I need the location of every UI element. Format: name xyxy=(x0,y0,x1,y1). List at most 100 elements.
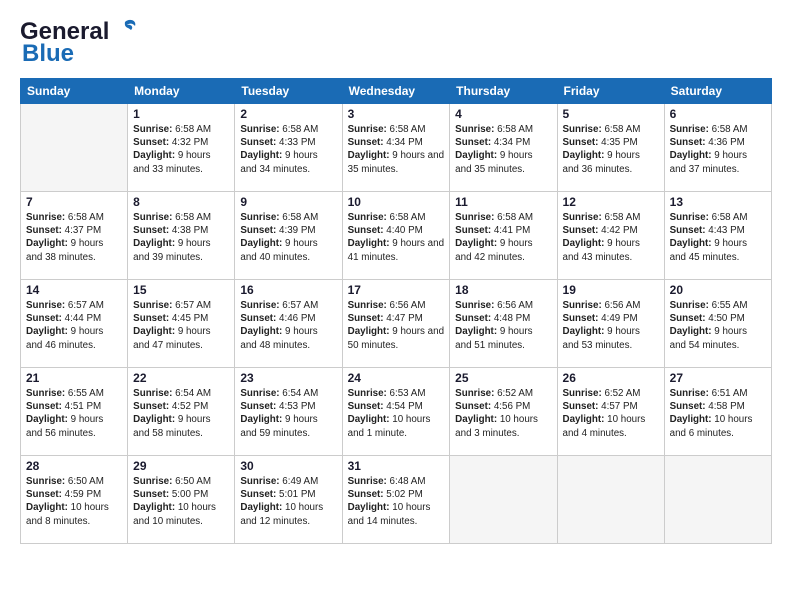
sunset-label: Sunset: 4:44 PM xyxy=(26,313,101,324)
calendar-cell: 16Sunrise: 6:57 AMSunset: 4:46 PMDayligh… xyxy=(235,280,342,368)
daylight-label: Daylight: 9 hours and 58 minutes. xyxy=(133,414,210,438)
day-info: Sunrise: 6:57 AMSunset: 4:45 PMDaylight:… xyxy=(133,299,229,352)
calendar-cell: 22 Sunrise: 6:54 AMSunset: 4:52 PMDayligh… xyxy=(128,368,235,456)
day-info: Sunrise: 6:48 AMSunset: 5:02 PMDaylight:… xyxy=(348,475,445,528)
day-number: 21 xyxy=(26,371,122,385)
calendar-cell: 26 Sunrise: 6:52 AMSunset: 4:57 PMDayligh… xyxy=(557,368,664,456)
sunrise-label: Sunrise: 6:52 AM xyxy=(563,388,641,399)
day-info: Sunrise: 6:54 AMSunset: 4:52 PMDaylight:… xyxy=(133,387,229,440)
sunrise-label: Sunrise: 6:57 AM xyxy=(26,300,104,311)
day-number: 14 xyxy=(26,283,122,297)
sunrise-label: Sunrise: 6:50 AM xyxy=(133,476,211,487)
sunset-label: Sunset: 5:00 PM xyxy=(133,489,208,500)
daylight-label: Daylight: 10 hours and 14 minutes. xyxy=(348,502,431,526)
sunset-label: Sunset: 4:35 PM xyxy=(563,137,638,148)
day-info: Sunrise: 6:51 AMSunset: 4:58 PMDaylight:… xyxy=(670,387,766,440)
sunrise-label: Sunrise: 6:55 AM xyxy=(670,300,748,311)
day-number: 19 xyxy=(563,283,659,297)
sunrise-label: Sunrise: 6:58 AM xyxy=(563,124,641,135)
daylight-label: Daylight: 9 hours and 37 minutes. xyxy=(670,150,747,174)
day-info: Sunrise: 6:58 AMSunset: 4:32 PMDaylight:… xyxy=(133,123,229,176)
day-number: 1 xyxy=(133,107,229,121)
sunset-label: Sunset: 4:33 PM xyxy=(240,137,315,148)
day-number: 5 xyxy=(563,107,659,121)
daylight-label: Daylight: 9 hours and 51 minutes. xyxy=(455,326,532,350)
daylight-label: Daylight: 9 hours and 42 minutes. xyxy=(455,238,532,262)
calendar-cell: 7Sunrise: 6:58 AMSunset: 4:37 PMDaylight… xyxy=(21,192,128,280)
sunset-label: Sunset: 4:43 PM xyxy=(670,225,745,236)
day-number: 24 xyxy=(348,371,445,385)
day-number: 2 xyxy=(240,107,336,121)
sunrise-label: Sunrise: 6:52 AM xyxy=(455,388,533,399)
calendar-cell: 30Sunrise: 6:49 AMSunset: 5:01 PMDayligh… xyxy=(235,456,342,544)
sunset-label: Sunset: 4:50 PM xyxy=(670,313,745,324)
sunset-label: Sunset: 4:53 PM xyxy=(240,401,315,412)
sunrise-label: Sunrise: 6:56 AM xyxy=(563,300,641,311)
logo-bird-icon xyxy=(111,16,139,44)
day-number: 8 xyxy=(133,195,229,209)
calendar-cell: 24 Sunrise: 6:53 AMSunset: 4:54 PMDayligh… xyxy=(342,368,450,456)
day-number: 26 xyxy=(563,371,659,385)
sunrise-label: Sunrise: 6:55 AM xyxy=(26,388,104,399)
day-number: 6 xyxy=(670,107,766,121)
day-number: 15 xyxy=(133,283,229,297)
sunrise-label: Sunrise: 6:58 AM xyxy=(133,124,211,135)
daylight-label: Daylight: 9 hours and 39 minutes. xyxy=(133,238,210,262)
sunrise-label: Sunrise: 6:56 AM xyxy=(455,300,533,311)
header: General Blue xyxy=(20,18,772,68)
day-info: Sunrise: 6:53 AMSunset: 4:54 PMDaylight:… xyxy=(348,387,445,440)
calendar-cell: 21Sunrise: 6:55 AMSunset: 4:51 PMDayligh… xyxy=(21,368,128,456)
daylight-label: Daylight: 9 hours and 50 minutes. xyxy=(348,326,444,350)
calendar-week-row: 1 Sunrise: 6:58 AM Sunset: 4:32 PM Daylight… xyxy=(21,104,772,192)
calendar-cell: 29Sunrise: 6:50 AMSunset: 5:00 PMDayligh… xyxy=(128,456,235,544)
daylight-label: Daylight: 10 hours and 6 minutes. xyxy=(670,414,753,438)
header-monday: Monday xyxy=(128,79,235,104)
sunset-label: Sunset: 4:56 PM xyxy=(455,401,530,412)
day-number: 29 xyxy=(133,459,229,473)
calendar-cell: 6 Sunrise: 6:58 AMSunset: 4:36 PMDaylight… xyxy=(664,104,771,192)
daylight-label: Daylight: 9 hours and 43 minutes. xyxy=(563,238,640,262)
sunrise-label: Sunrise: 6:58 AM xyxy=(240,212,318,223)
daylight-label: Daylight: 9 hours and 34 minutes. xyxy=(240,150,317,174)
calendar-cell: 8Sunrise: 6:58 AMSunset: 4:38 PMDaylight… xyxy=(128,192,235,280)
day-info: Sunrise: 6:58 AMSunset: 4:37 PMDaylight:… xyxy=(26,211,122,264)
calendar-cell: 31Sunrise: 6:48 AMSunset: 5:02 PMDayligh… xyxy=(342,456,450,544)
daylight-label: Daylight: 10 hours and 12 minutes. xyxy=(240,502,323,526)
sunset-label: Sunset: 4:32 PM xyxy=(133,137,208,148)
calendar-cell: 15 Sunrise: 6:57 AMSunset: 4:45 PMDayligh… xyxy=(128,280,235,368)
daylight-label: Daylight: 9 hours and 47 minutes. xyxy=(133,326,210,350)
day-number: 4 xyxy=(455,107,551,121)
header-wednesday: Wednesday xyxy=(342,79,450,104)
sunrise-label: Sunrise: 6:58 AM xyxy=(563,212,641,223)
sunrise-label: Sunrise: 6:58 AM xyxy=(455,124,533,135)
calendar-cell: 11Sunrise: 6:58 AMSunset: 4:41 PMDayligh… xyxy=(450,192,557,280)
calendar-cell xyxy=(557,456,664,544)
calendar-cell: 20Sunrise: 6:55 AMSunset: 4:50 PMDayligh… xyxy=(664,280,771,368)
day-number: 18 xyxy=(455,283,551,297)
daylight-label: Daylight: 10 hours and 4 minutes. xyxy=(563,414,646,438)
calendar-cell: 1Sunrise: 6:58 AMSunset: 4:32 PMDaylight… xyxy=(128,104,235,192)
day-info: Sunrise: 6:55 AMSunset: 4:50 PMDaylight:… xyxy=(670,299,766,352)
sunset-label: Sunset: 4:39 PM xyxy=(240,225,315,236)
sunrise-label: Sunrise: 6:58 AM xyxy=(348,212,426,223)
calendar-cell: 23Sunrise: 6:54 AMSunset: 4:53 PMDayligh… xyxy=(235,368,342,456)
day-number: 16 xyxy=(240,283,336,297)
header-saturday: Saturday xyxy=(664,79,771,104)
sunrise-label: Sunrise: 6:58 AM xyxy=(455,212,533,223)
day-info: Sunrise: 6:58 AMSunset: 4:41 PMDaylight:… xyxy=(455,211,551,264)
sunrise-label: Sunrise: 6:53 AM xyxy=(348,388,426,399)
day-info: Sunrise: 6:58 AM Sunset: 4:35 PM Daylight:… xyxy=(563,123,659,176)
daylight-label: Daylight: 9 hours and 45 minutes. xyxy=(670,238,747,262)
sunset-label: Sunset: 4:45 PM xyxy=(133,313,208,324)
daylight-label: Daylight: 9 hours and 56 minutes. xyxy=(26,414,103,438)
calendar-cell: 27Sunrise: 6:51 AMSunset: 4:58 PMDayligh… xyxy=(664,368,771,456)
calendar-cell: 13Sunrise: 6:58 AMSunset: 4:43 PMDayligh… xyxy=(664,192,771,280)
day-info: Sunrise: 6:58 AMSunset: 4:36 PMDaylight:… xyxy=(670,123,766,176)
daylight-label: Daylight: 9 hours and 36 minutes. xyxy=(563,150,640,174)
calendar-cell: 2 Sunrise: 6:58 AM Sunset: 4:33 PM Daylight… xyxy=(235,104,342,192)
sunrise-label: Sunrise: 6:51 AM xyxy=(670,388,748,399)
day-info: Sunrise: 6:57 AMSunset: 4:44 PMDaylight:… xyxy=(26,299,122,352)
day-info: Sunrise: 6:52 AMSunset: 4:57 PMDaylight:… xyxy=(563,387,659,440)
sunrise-label: Sunrise: 6:58 AM xyxy=(240,124,318,135)
day-number: 22 xyxy=(133,371,229,385)
